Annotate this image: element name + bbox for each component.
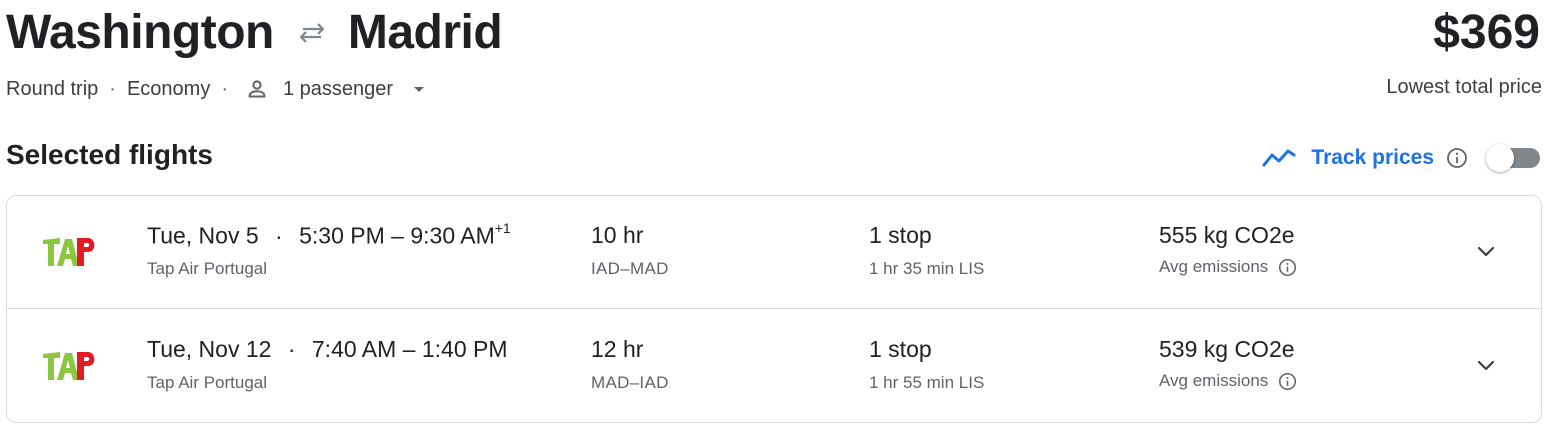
stop-count: 1 stop [869,336,932,362]
arrival-time: 9:30 AM [410,222,495,249]
emissions-label: Avg emissions [1159,370,1297,392]
day-offset: +1 [494,220,511,236]
emissions-label: Avg emissions [1159,256,1297,278]
info-icon[interactable] [1278,258,1297,277]
trending-line-icon [1261,146,1297,170]
info-icon[interactable] [1278,372,1297,391]
flight-date: Tue, Nov 5 [147,222,259,249]
price-caption: Lowest total price [1386,76,1542,98]
flight-route: MAD–IAD [591,373,669,392]
flight-route: IAD–MAD [591,259,669,278]
layover-detail: 1 hr 55 min LIS [869,373,985,392]
flight-duration: 12 hr [591,336,644,362]
departure-time: 5:30 PM [299,222,385,249]
flight-times: Tue, Nov 5 · 5:30 PM – 9:30 AM+1 [147,220,511,250]
flight-row-return[interactable]: Tue, Nov 12 · 7:40 AM – 1:40 PM Tap Air … [7,310,1541,423]
separator-dot: · [275,222,283,249]
separator-dot: · [221,77,228,100]
tap-air-portugal-logo [41,348,99,384]
track-prices: Track prices [1261,140,1540,176]
track-prices-toggle[interactable] [1484,144,1540,172]
trip-type: Round trip [6,77,99,100]
stop-count: 1 stop [869,222,932,248]
separator-dot: · [109,77,116,100]
flight-row-outbound[interactable]: Tue, Nov 5 · 5:30 PM – 9:30 AM+1 Tap Air… [7,196,1541,309]
lowest-price: $369 [1433,6,1540,59]
tap-air-portugal-logo [41,234,99,270]
track-prices-label[interactable]: Track prices [1311,146,1434,170]
flight-duration: 10 hr [591,222,644,248]
cabin-class: Economy [126,77,211,100]
route-title: Washington Madrid [6,4,503,62]
emissions-caption: Avg emissions [1159,371,1269,390]
passenger-count[interactable]: 1 passenger [283,78,393,101]
caret-down-icon[interactable] [407,77,431,101]
flight-date: Tue, Nov 12 [147,336,272,362]
separator-dot: · [287,336,296,362]
layover-detail: 1 hr 35 min LIS [869,259,985,278]
trip-options: Round trip · Economy · 1 passenger [6,76,431,102]
time-dash: – [402,336,416,362]
person-icon [245,77,269,101]
arrival-time: 1:40 PM [421,336,508,362]
section-title: Selected flights [6,139,213,170]
info-icon[interactable] [1446,147,1468,169]
destination-city: Madrid [347,6,503,59]
flight-times: Tue, Nov 12 · 7:40 AM – 1:40 PM [147,336,508,363]
airline-name: Tap Air Portugal [147,259,268,278]
airline-name: Tap Air Portugal [147,373,268,392]
selected-flights-list: Tue, Nov 5 · 5:30 PM – 9:30 AM+1 Tap Air… [6,195,1542,423]
chevron-down-icon[interactable] [1471,236,1501,266]
chevron-down-icon[interactable] [1471,350,1501,380]
origin-city: Washington [6,6,274,59]
emissions-caption: Avg emissions [1159,257,1269,276]
time-dash: – [391,222,404,249]
swap-arrows-icon[interactable] [292,13,332,53]
toggle-knob [1486,144,1514,172]
emissions-value: 555 kg CO2e [1159,222,1295,248]
departure-time: 7:40 AM [311,336,397,362]
emissions-value: 539 kg CO2e [1159,336,1295,362]
